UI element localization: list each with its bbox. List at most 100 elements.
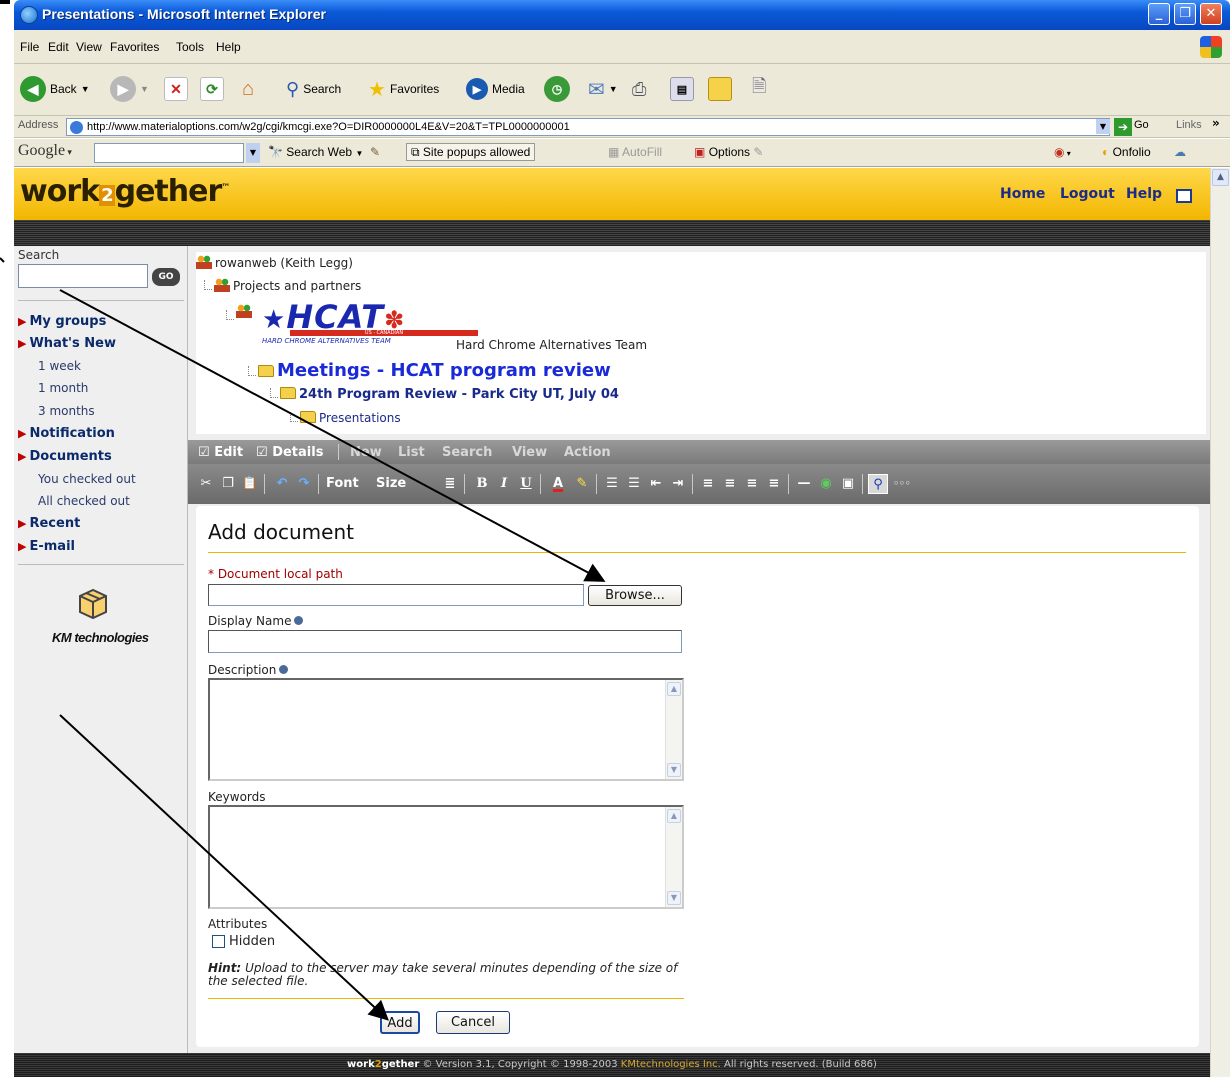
justify-icon[interactable]: ≡	[764, 474, 784, 494]
back-button[interactable]: ◀ Back ▼	[20, 74, 90, 104]
print-button[interactable]: ⎙	[632, 74, 646, 104]
minimize-button[interactable]: _	[1148, 3, 1170, 25]
hidden-label[interactable]: Hidden	[229, 934, 275, 949]
mail-button[interactable]: ✉ ▼	[588, 74, 618, 104]
logout-link[interactable]: Logout	[1060, 186, 1115, 202]
description-textarea[interactable]: ▲ ▼	[208, 678, 684, 781]
sidebar-item-whats-new[interactable]: ▶ What's New	[18, 336, 116, 351]
km-technologies-logo[interactable]: KM technologies	[52, 630, 149, 645]
menu-tools[interactable]: Tools	[176, 40, 204, 54]
tree-item-meetings[interactable]: Meetings - HCAT program review	[248, 360, 611, 381]
view-menu[interactable]: View	[512, 445, 547, 460]
tree-item-team[interactable]: Hard Chrome Alternatives Team	[456, 338, 647, 352]
home-link[interactable]: Home	[1000, 186, 1045, 202]
scroll-up-icon[interactable]: ▲	[667, 682, 681, 696]
menu-favorites[interactable]: Favorites	[110, 40, 159, 54]
edit-page-button[interactable]: ▤	[670, 74, 694, 104]
copy-icon[interactable]: ❐	[218, 474, 238, 494]
more-icon[interactable]: ◦◦◦	[892, 474, 912, 494]
search-web-button[interactable]: 🔭 Search Web ▼	[268, 145, 363, 159]
scroll-up-icon[interactable]: ▲	[667, 809, 681, 823]
list-menu[interactable]: List	[398, 445, 425, 460]
display-name-input[interactable]	[208, 630, 682, 653]
onfolio-button[interactable]: ◐ Onfolio	[1102, 145, 1151, 159]
numbered-list-icon[interactable]: ☰	[602, 474, 622, 494]
options-button[interactable]: ▣ Options ✎	[694, 145, 763, 159]
close-button[interactable]: ✕	[1200, 3, 1222, 25]
menu-help[interactable]: Help	[216, 40, 241, 54]
bullet-list-icon[interactable]: ☰	[624, 474, 644, 494]
google-logo[interactable]: Google ▾	[18, 142, 72, 160]
font-dropdown[interactable]: Font	[326, 476, 359, 491]
image-icon[interactable]: ▣	[838, 474, 858, 494]
window-title-bar[interactable]: Presentations - Microsoft Internet Explo…	[14, 0, 1230, 30]
sidebar-item-all-checked-out[interactable]: All checked out	[38, 494, 130, 508]
paragraph-format-icon[interactable]: ≣	[440, 474, 460, 494]
size-dropdown[interactable]: Size	[376, 476, 406, 491]
tree-item-projects[interactable]: Projects and partners	[204, 278, 361, 293]
add-button[interactable]: Add	[380, 1011, 420, 1034]
sidebar-item-my-groups[interactable]: ▶ My groups	[18, 314, 106, 329]
align-center-icon[interactable]: ≡	[720, 474, 740, 494]
hcat-logo[interactable]: ★HCAT✽ US · CANADIAN HARD CHROME ALTERNA…	[262, 298, 478, 345]
info-icon[interactable]	[294, 616, 304, 625]
stop-button[interactable]: ✕	[164, 74, 188, 104]
translate-button[interactable]: ◉ ▾	[1054, 145, 1071, 159]
menu-edit[interactable]: Edit	[48, 40, 69, 54]
sidebar-item-documents[interactable]: ▶ Documents	[18, 449, 112, 464]
tree-item-user[interactable]: rowanweb (Keith Legg)	[196, 255, 353, 270]
document-path-input[interactable]	[208, 584, 584, 606]
browse-button[interactable]: Browse...	[588, 585, 682, 606]
discuss-button[interactable]	[708, 74, 732, 104]
chevron-right-icon[interactable]: »	[1212, 116, 1220, 130]
sidebar-search-input[interactable]	[18, 264, 148, 288]
info-icon[interactable]	[279, 665, 289, 674]
tree-item-hcat[interactable]	[226, 304, 255, 352]
tree-item-presentations[interactable]: Presentations	[290, 411, 401, 425]
go-arrow-icon[interactable]: ➔	[1114, 118, 1132, 136]
preview-icon[interactable]: ⚲	[868, 474, 888, 494]
messenger-button[interactable]: 🗎	[752, 74, 766, 104]
home-button[interactable]: ⌂	[236, 74, 260, 104]
sidebar-item-1-month[interactable]: 1 month	[38, 381, 88, 395]
sidebar-item-1-week[interactable]: 1 week	[38, 359, 81, 373]
popup-blocker-button[interactable]: ⧉ Site popups allowed	[406, 143, 536, 161]
work2gether-logo[interactable]: work 2gether™	[20, 174, 230, 209]
history-button[interactable]: ◷	[544, 74, 570, 104]
address-input[interactable]: http://www.materialoptions.com/w2g/cgi/k…	[66, 118, 1110, 136]
tree-item-review[interactable]: 24th Program Review - Park City UT, July…	[270, 387, 619, 402]
scroll-down-icon[interactable]: ▼	[667, 891, 681, 905]
search-button[interactable]: ⚲ Search	[286, 74, 341, 104]
maximize-button[interactable]: ❐	[1174, 3, 1196, 25]
underline-icon[interactable]: U	[516, 474, 536, 494]
details-toggle[interactable]: ☑ Details	[256, 445, 323, 460]
refresh-button[interactable]: ⟳	[200, 74, 224, 104]
menu-file[interactable]: File	[20, 40, 39, 54]
scroll-down-icon[interactable]: ▼	[667, 763, 681, 777]
new-window-icon[interactable]	[1176, 189, 1192, 203]
indent-icon[interactable]: ⇥	[668, 474, 688, 494]
sidebar-item-notification[interactable]: ▶ Notification	[18, 426, 115, 441]
align-right-icon[interactable]: ≡	[742, 474, 762, 494]
hyperlink-icon[interactable]: ◉	[816, 474, 836, 494]
media-button[interactable]: ▶ Media	[466, 74, 525, 104]
textarea-scrollbar[interactable]: ▲ ▼	[665, 680, 682, 779]
highlight-icon[interactable]: ✎	[572, 474, 592, 494]
sidebar-item-you-checked-out[interactable]: You checked out	[38, 472, 136, 486]
undo-icon[interactable]: ↶	[272, 474, 292, 494]
google-dropdown-icon[interactable]: ▼	[246, 143, 260, 163]
page-scrollbar[interactable]: ▲	[1210, 168, 1230, 1077]
action-menu[interactable]: Action	[564, 445, 611, 460]
hidden-checkbox[interactable]	[212, 935, 225, 948]
keywords-textarea[interactable]: ▲ ▼	[208, 805, 684, 909]
italic-icon[interactable]: I	[494, 474, 514, 494]
sidebar-item-3-months[interactable]: 3 months	[38, 404, 95, 418]
new-menu[interactable]: New	[350, 445, 382, 460]
sidebar-item-email[interactable]: ▶ E-mail	[18, 539, 75, 554]
google-search-input[interactable]	[94, 143, 244, 163]
autofill-button[interactable]: ▦ AutoFill	[608, 145, 662, 159]
pagerank-icon[interactable]: ✎	[370, 145, 380, 159]
links-button[interactable]: Links	[1176, 119, 1202, 131]
footer-company-link[interactable]: KMtechnologies Inc.	[621, 1059, 721, 1070]
edit-toggle[interactable]: ☑ Edit	[198, 445, 243, 460]
